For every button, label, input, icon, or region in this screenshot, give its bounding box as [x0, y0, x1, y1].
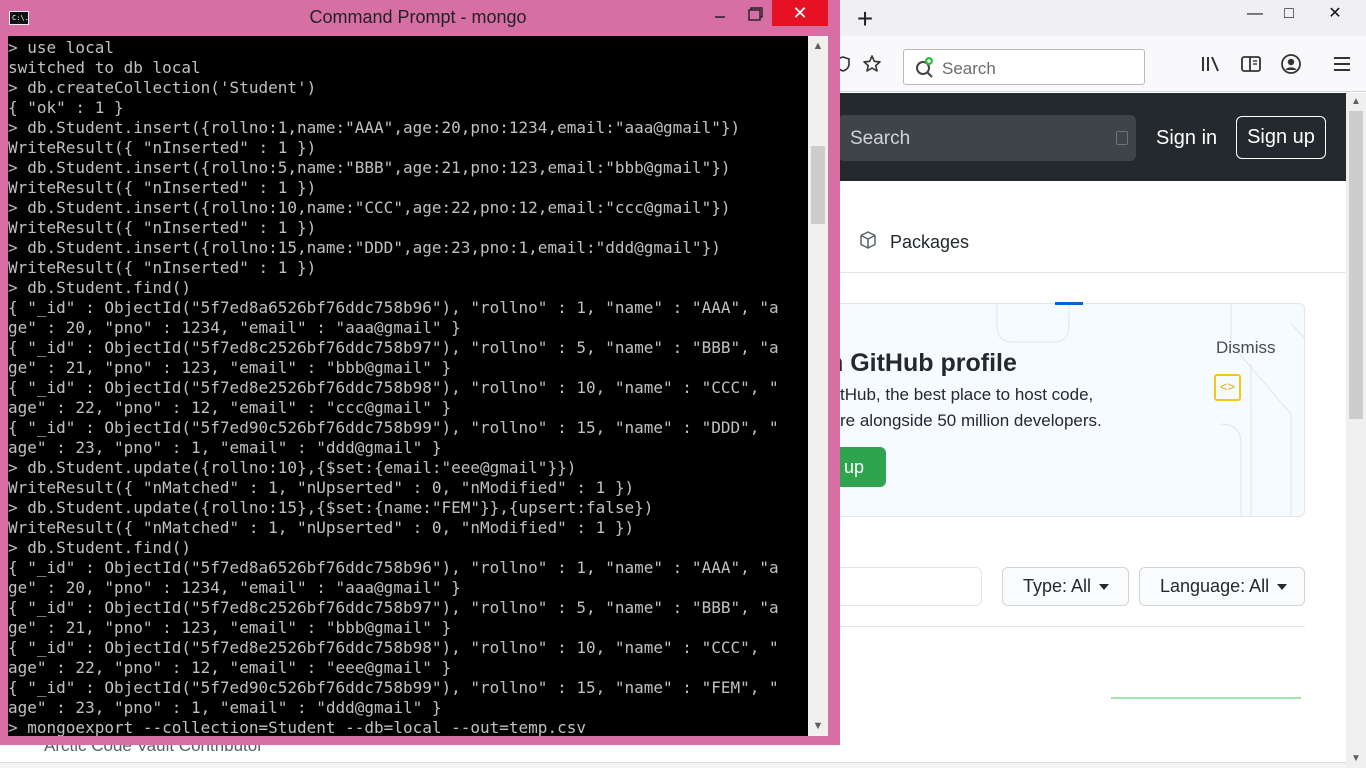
console-line: > db.Student.update({rollno:15},{$set:{n… [8, 498, 654, 517]
desktop: + — □ ✕ Search Search Sign in Sign up Pa… [0, 0, 1366, 768]
console-line: { "_id" : ObjectId("5f7ed90c526bf76ddc75… [8, 678, 779, 697]
tab-packages[interactable]: Packages [858, 228, 969, 256]
console-line: { "ok" : 1 } [8, 98, 124, 117]
console-line: > db.Student.find() [8, 278, 192, 297]
console-line: > db.Student.find() [8, 538, 192, 557]
banner-text-line-2: re alongside 50 million developers. [840, 411, 1102, 430]
scroll-down-icon[interactable]: ▼ [1346, 750, 1366, 768]
code-icon: <> [1214, 374, 1241, 401]
caret-down-icon [1099, 584, 1110, 591]
console-line: switched to db local [8, 58, 201, 77]
browser-maximize-button[interactable]: □ [1266, 0, 1312, 30]
console-line: age" : 22, "pno" : 12, "email" : "eee@gm… [8, 658, 452, 677]
tab-packages-label: Packages [890, 231, 970, 252]
console-line: { "_id" : ObjectId("5f7ed8e2526bf76ddc75… [8, 378, 779, 397]
console-line: { "_id" : ObjectId("5f7ed8e2526bf76ddc75… [8, 638, 779, 657]
browser-search-box[interactable]: Search [903, 49, 1145, 85]
sign-up-button[interactable]: Sign up [1236, 116, 1326, 159]
console-line: ge" : 21, "pno" : 123, "email" : "bbb@gm… [8, 618, 452, 637]
console-line: { "_id" : ObjectId("5f7ed8a6526bf76ddc75… [8, 298, 779, 317]
sign-in-link[interactable]: Sign in [1156, 127, 1217, 150]
console-line: age" : 23, "pno" : 1, "email" : "ddd@gma… [8, 438, 442, 457]
dismiss-button[interactable]: Dismiss [1216, 338, 1276, 358]
cmd-minimize-button[interactable] [701, 2, 737, 32]
cmd-close-button[interactable]: ✕ [772, 0, 828, 26]
console-line: { "_id" : ObjectId("5f7ed90c526bf76ddc75… [8, 418, 779, 437]
console-line: > db.createCollection('Student') [8, 78, 317, 97]
console-line: WriteResult({ "nInserted" : 1 }) [8, 178, 317, 197]
find-repository-input[interactable] [820, 567, 982, 606]
activity-sparkline [1111, 697, 1301, 699]
taskbar-edge [0, 762, 1346, 768]
console-scroll-thumb[interactable] [811, 146, 825, 224]
console-line: ge" : 21, "pno" : 123, "email" : "bbb@gm… [8, 358, 452, 377]
search-icon [914, 56, 936, 83]
slash-shortcut-icon [1116, 131, 1128, 145]
console-scrollbar[interactable]: ▲ ▼ [808, 36, 828, 736]
console-line: ge" : 20, "pno" : 1234, "email" : "aaa@g… [8, 318, 461, 337]
console-line: > db.Student.insert({rollno:10,name:"CCC… [8, 198, 731, 217]
console-line: > db.Student.insert({rollno:1,name:"AAA"… [8, 118, 741, 137]
banner-text-line-1: tHub, the best place to host code, [840, 385, 1094, 404]
console-line: { "_id" : ObjectId("5f7ed8a6526bf76ddc75… [8, 558, 779, 577]
console-line: { "_id" : ObjectId("5f7ed8c2526bf76ddc75… [8, 598, 779, 617]
console-line: > db.Student.insert({rollno:15,name:"DDD… [8, 238, 721, 257]
sidebar-icon[interactable] [1237, 50, 1265, 78]
console-line: WriteResult({ "nInserted" : 1 }) [8, 258, 317, 277]
console-line: WriteResult({ "nInserted" : 1 }) [8, 218, 317, 237]
github-search-label: Search [850, 128, 911, 149]
language-filter-value: All [1249, 576, 1270, 596]
language-filter-button[interactable]: Language: All [1139, 567, 1305, 606]
console-line: WriteResult({ "nInserted" : 1 }) [8, 138, 317, 157]
language-filter-label: Language: [1160, 576, 1246, 596]
console-line: > mongoexport --collection=Student --db=… [8, 718, 586, 736]
star-icon[interactable] [858, 50, 886, 78]
profile-banner [820, 303, 1305, 517]
cmd-title-bar[interactable]: C:\. Command Prompt - mongo ✕ [0, 0, 840, 36]
browser-search-placeholder: Search [942, 59, 996, 78]
console-line: age" : 23, "pno" : 1, "email" : "ddd@gma… [8, 698, 442, 717]
caret-down-icon [1277, 584, 1288, 591]
console-line: WriteResult({ "nMatched" : 1, "nUpserted… [8, 518, 635, 537]
page-scrollbar[interactable]: ▲ ▼ [1346, 93, 1366, 768]
console-line: WriteResult({ "nMatched" : 1, "nUpserted… [8, 478, 635, 497]
scroll-down-icon[interactable]: ▼ [808, 716, 828, 736]
type-filter-label: Type: [1023, 576, 1068, 596]
console-line: > db.Student.insert({rollno:5,name:"BBB"… [8, 158, 731, 177]
browser-close-button[interactable]: ✕ [1312, 0, 1358, 30]
console-output[interactable]: > use local switched to db local > db.crea… [8, 36, 808, 736]
console-line: > use local [8, 38, 114, 57]
package-icon [858, 230, 878, 255]
cmd-maximize-button[interactable] [737, 2, 773, 32]
type-filter-button[interactable]: Type: All [1002, 567, 1129, 606]
account-icon[interactable] [1277, 50, 1305, 78]
type-filter-value: All [1071, 576, 1092, 596]
console-line: > db.Student.update({rollno:10},{$set:{e… [8, 458, 577, 477]
console-line: { "_id" : ObjectId("5f7ed8c2526bf76ddc75… [8, 338, 779, 357]
github-search-input[interactable]: Search [838, 115, 1136, 161]
list-divider [838, 626, 1305, 627]
menu-icon[interactable] [1328, 50, 1356, 78]
new-tab-button[interactable]: + [850, 4, 880, 34]
scroll-up-icon[interactable]: ▲ [1346, 93, 1366, 111]
console-lines: > use local switched to db local > db.crea… [8, 38, 808, 736]
tabs-divider [838, 272, 1346, 273]
command-prompt-window: C:\. Command Prompt - mongo ✕ > use loca… [0, 0, 840, 745]
page-scroll-thumb[interactable] [1349, 111, 1363, 419]
library-icon[interactable] [1197, 50, 1225, 78]
console-line: ge" : 20, "pno" : 1234, "email" : "aaa@g… [8, 578, 461, 597]
console-line: age" : 22, "pno" : 12, "email" : "ccc@gm… [8, 398, 452, 417]
banner-title: n GitHub profile [828, 349, 1017, 377]
scroll-up-icon[interactable]: ▲ [808, 36, 828, 56]
banner-accent [1055, 302, 1083, 305]
